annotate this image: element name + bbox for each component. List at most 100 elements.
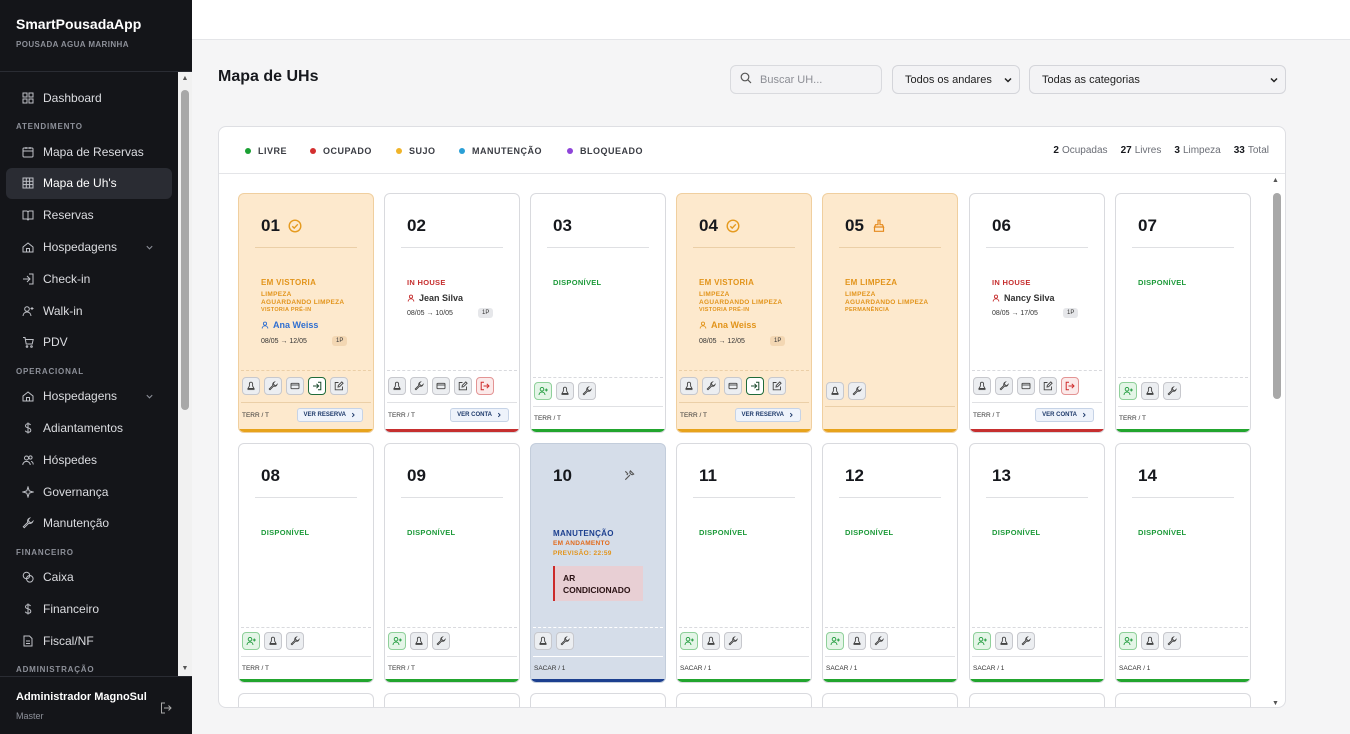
maintenance-button[interactable] xyxy=(264,377,282,395)
edit-button[interactable] xyxy=(454,377,472,395)
payment-button[interactable] xyxy=(1017,377,1035,395)
cleaning-button[interactable] xyxy=(702,632,720,650)
guest-name[interactable]: Nancy Silva xyxy=(992,293,1055,303)
cleaning-button[interactable] xyxy=(1141,382,1159,400)
room-card-08[interactable]: 08 DISPONÍVEL TERR / T xyxy=(238,443,374,683)
room-card-partial[interactable] xyxy=(530,693,666,707)
view-reservation-button[interactable]: VER RESERVA xyxy=(296,408,363,422)
sidebar-item-pdv[interactable]: PDV xyxy=(6,327,172,359)
sidebar-item-reservas[interactable]: Reservas xyxy=(6,199,172,231)
room-card-09[interactable]: 09 DISPONÍVEL TERR / T xyxy=(384,443,520,683)
maintenance-button[interactable] xyxy=(724,632,742,650)
cleaning-button[interactable] xyxy=(1141,632,1159,650)
sidebar-item-fiscal[interactable]: Fiscal/NF xyxy=(6,625,172,657)
payment-button[interactable] xyxy=(432,377,450,395)
room-card-01[interactable]: 01 EM VISTORIA LIMPEZA AGUARDANDO LIMPEZ… xyxy=(238,193,374,433)
sidebar-item-caixa[interactable]: Caixa xyxy=(6,561,172,593)
room-card-10[interactable]: 10 MANUTENÇÃO EM ANDAMENTO PREVISÃO: 22:… xyxy=(530,443,666,683)
cleaning-button[interactable] xyxy=(680,377,698,395)
guest-name[interactable]: Jean Silva xyxy=(407,293,463,303)
maintenance-button[interactable] xyxy=(578,382,596,400)
scrollbar-thumb[interactable] xyxy=(181,90,189,410)
logout-icon[interactable] xyxy=(160,701,172,714)
checkout-button[interactable] xyxy=(476,377,494,395)
cleaning-button[interactable] xyxy=(534,632,552,650)
room-card-partial[interactable] xyxy=(1115,693,1251,707)
room-card-06[interactable]: 06 IN HOUSE Nancy Silva 08/05 → 17/05 1P… xyxy=(969,193,1105,433)
cleaning-button[interactable] xyxy=(995,632,1013,650)
cleaning-button[interactable] xyxy=(848,632,866,650)
maintenance-button[interactable] xyxy=(410,377,428,395)
room-card-partial[interactable] xyxy=(676,693,812,707)
maintenance-button[interactable] xyxy=(1163,382,1181,400)
room-card-02[interactable]: 02 IN HOUSE Jean Silva 08/05 → 10/05 1P … xyxy=(384,193,520,433)
walkin-button[interactable] xyxy=(242,632,260,650)
maintenance-button[interactable] xyxy=(556,632,574,650)
sidebar-item-financeiro[interactable]: Financeiro xyxy=(6,593,172,625)
sidebar-item-governanca[interactable]: Governança xyxy=(6,476,172,508)
scroll-up-icon[interactable]: ▲ xyxy=(1272,177,1279,184)
edit-button[interactable] xyxy=(768,377,786,395)
scrollbar-thumb[interactable] xyxy=(1273,193,1281,399)
search-box[interactable] xyxy=(730,65,882,94)
room-card-07[interactable]: 07 DISPONÍVEL TERR / T xyxy=(1115,193,1251,433)
cleaning-button[interactable] xyxy=(826,382,844,400)
cleaning-button[interactable] xyxy=(264,632,282,650)
room-card-partial[interactable] xyxy=(384,693,520,707)
walkin-button[interactable] xyxy=(1119,382,1137,400)
maintenance-button[interactable] xyxy=(1017,632,1035,650)
sidebar-item-walkin[interactable]: Walk-in xyxy=(6,295,172,327)
cleaning-button[interactable] xyxy=(388,377,406,395)
room-card-14[interactable]: 14 DISPONÍVEL SACAR / 1 xyxy=(1115,443,1251,683)
cleaning-button[interactable] xyxy=(242,377,260,395)
checkin-button[interactable] xyxy=(308,377,326,395)
grid-scrollbar[interactable]: ▲ ▼ xyxy=(1271,175,1285,707)
guest-name[interactable]: Ana Weiss xyxy=(261,320,318,330)
maintenance-button[interactable] xyxy=(1163,632,1181,650)
sidebar-item-dashboard[interactable]: Dashboard xyxy=(6,82,172,114)
walkin-button[interactable] xyxy=(973,632,991,650)
scroll-up-icon[interactable]: ▲ xyxy=(180,74,190,84)
payment-button[interactable] xyxy=(286,377,304,395)
room-card-12[interactable]: 12 DISPONÍVEL SACAR / 1 xyxy=(822,443,958,683)
sidebar-scrollbar[interactable]: ▲ ▼ xyxy=(178,72,192,676)
checkin-button[interactable] xyxy=(746,377,764,395)
category-filter-select[interactable]: Todas as categorias xyxy=(1029,65,1286,94)
scroll-down-icon[interactable]: ▼ xyxy=(1272,700,1279,707)
room-card-partial[interactable] xyxy=(969,693,1105,707)
scroll-down-icon[interactable]: ▼ xyxy=(180,664,190,674)
payment-button[interactable] xyxy=(724,377,742,395)
sidebar-item-mapa-reservas[interactable]: Mapa de Reservas xyxy=(6,136,172,168)
cleaning-button[interactable] xyxy=(410,632,428,650)
sidebar-item-manutencao[interactable]: Manutenção xyxy=(6,508,172,540)
room-card-03[interactable]: 03 DISPONÍVEL TERR / T xyxy=(530,193,666,433)
maintenance-button[interactable] xyxy=(286,632,304,650)
walkin-button[interactable] xyxy=(534,382,552,400)
cleaning-button[interactable] xyxy=(556,382,574,400)
room-card-partial[interactable] xyxy=(822,693,958,707)
view-account-button[interactable]: VER CONTA xyxy=(1035,408,1094,422)
maintenance-button[interactable] xyxy=(702,377,720,395)
room-card-05[interactable]: 05 EM LIMPEZA LIMPEZA AGUARDANDO LIMPEZA… xyxy=(822,193,958,433)
room-card-partial[interactable] xyxy=(238,693,374,707)
room-card-11[interactable]: 11 DISPONÍVEL SACAR / 1 xyxy=(676,443,812,683)
floor-filter-select[interactable]: Todos os andares xyxy=(892,65,1020,94)
search-input[interactable] xyxy=(760,73,870,86)
checkout-button[interactable] xyxy=(1061,377,1079,395)
sidebar-item-hospedagens[interactable]: Hospedagens xyxy=(6,231,172,263)
maintenance-button[interactable] xyxy=(870,632,888,650)
maintenance-button[interactable] xyxy=(995,377,1013,395)
sidebar-item-hospedes[interactable]: Hóspedes xyxy=(6,444,172,476)
walkin-button[interactable] xyxy=(1119,632,1137,650)
walkin-button[interactable] xyxy=(388,632,406,650)
walkin-button[interactable] xyxy=(680,632,698,650)
view-account-button[interactable]: VER CONTA xyxy=(450,408,509,422)
maintenance-button[interactable] xyxy=(848,382,866,400)
cleaning-button[interactable] xyxy=(973,377,991,395)
sidebar-item-hospedagens-operacional[interactable]: Hospedagens xyxy=(6,380,172,412)
room-card-04[interactable]: 04 EM VISTORIA LIMPEZA AGUARDANDO LIMPEZ… xyxy=(676,193,812,433)
sidebar-item-mapa-uhs[interactable]: Mapa de Uh's xyxy=(6,167,172,200)
edit-button[interactable] xyxy=(330,377,348,395)
guest-name[interactable]: Ana Weiss xyxy=(699,320,756,330)
edit-button[interactable] xyxy=(1039,377,1057,395)
